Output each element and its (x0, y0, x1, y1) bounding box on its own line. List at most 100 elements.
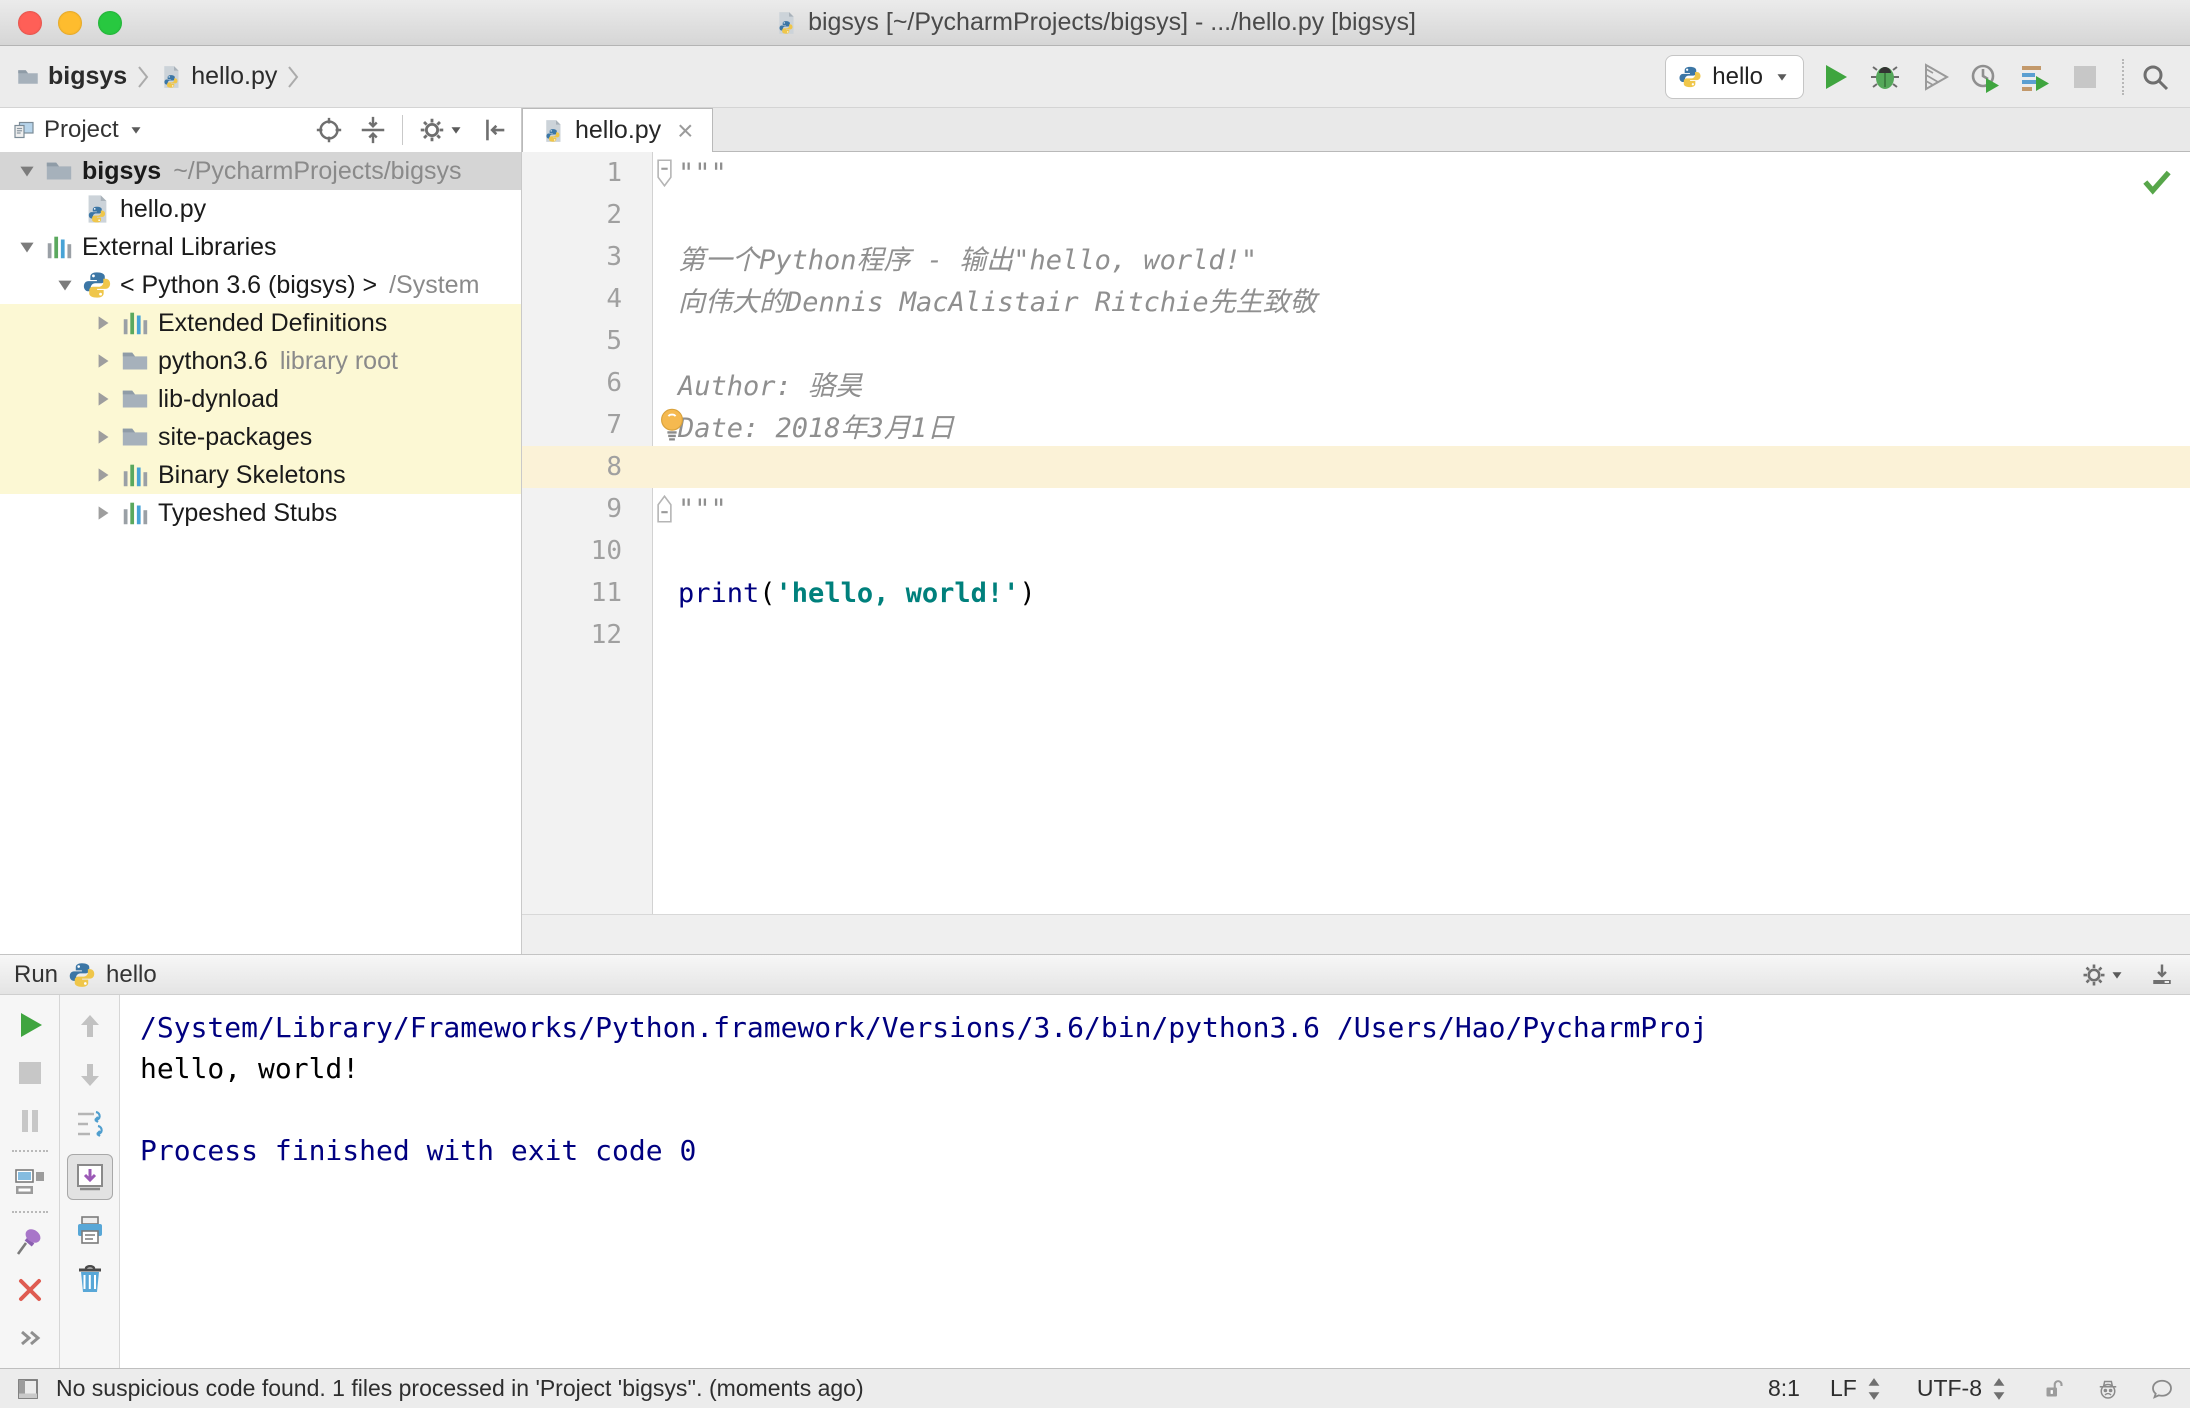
code-text: print('hello, world!') (676, 578, 1036, 609)
tree-item-python3.6[interactable]: python3.6 library root (0, 342, 521, 380)
tree-item-binary-skeletons[interactable]: Binary Skeletons (0, 456, 521, 494)
code-editor[interactable]: 1 """ 2 3 第一个Python程序 - 输出"hello, world!" 4 向伟… (522, 152, 2190, 914)
chevron-down-icon[interactable] (12, 160, 42, 182)
stop-button[interactable] (11, 1055, 49, 1092)
code-line-12[interactable]: 12 (522, 614, 2190, 656)
tree-item-bigsys[interactable]: bigsys ~/PycharmProjects/bigsys (0, 152, 521, 190)
chevron-right-icon[interactable] (88, 464, 118, 486)
down-stack-button[interactable] (71, 1056, 109, 1094)
search-button[interactable] (2136, 58, 2174, 96)
code-line-8[interactable]: 8 (522, 446, 2190, 488)
code-line-3[interactable]: 3 第一个Python程序 - 输出"hello, world!" (522, 236, 2190, 278)
hide-down-button[interactable] (2148, 961, 2176, 989)
tool-window-switcher-icon[interactable] (16, 1377, 40, 1401)
line-separator-widget[interactable]: LF (1830, 1375, 1887, 1402)
run-toolbar-right (60, 995, 120, 1368)
tree-item-hello.py[interactable]: hello.py (0, 190, 521, 228)
settings-button[interactable] (2080, 961, 2126, 989)
tree-item-extended-definitions[interactable]: Extended Definitions (0, 304, 521, 342)
chevron-right-icon[interactable] (88, 388, 118, 410)
code-line-4[interactable]: 4 向伟大的Dennis MacAlistair Ritchie先生致敬 (522, 278, 2190, 320)
hide-panel-button[interactable] (479, 115, 509, 145)
tree-item-label: lib-dynload (158, 384, 279, 413)
fold-gutter (652, 320, 676, 362)
profiler-icon (1969, 61, 2001, 93)
project-view-title[interactable]: Project (44, 116, 119, 144)
minimize-window-button[interactable] (58, 10, 82, 35)
run-tool-window-header: Run hello (0, 955, 2190, 995)
hector-inspector-icon[interactable] (2096, 1377, 2120, 1401)
chevron-right-icon[interactable] (88, 502, 118, 524)
code-line-5[interactable]: 5 (522, 320, 2190, 362)
tree-item-external-libraries[interactable]: External Libraries (0, 228, 521, 266)
tree-item-lib-dynload[interactable]: lib-dynload (0, 380, 521, 418)
run-configuration-selector[interactable]: hello (1665, 54, 1804, 99)
line-number: 11 (590, 578, 622, 608)
chevron-right-icon[interactable] (88, 350, 118, 372)
breadcrumb-item-bigsys[interactable]: bigsys (16, 62, 127, 91)
encoding-value: UTF-8 (1916, 1375, 1982, 1401)
more-button[interactable] (11, 1319, 49, 1356)
python-file-icon (774, 11, 798, 35)
tree-item-typeshed-stubs[interactable]: Typeshed Stubs (0, 494, 521, 532)
editor-tab-hello-py[interactable]: hello.py × (522, 108, 713, 152)
code-line-10[interactable]: 10 (522, 530, 2190, 572)
chevron-right-icon[interactable] (88, 426, 118, 448)
code-line-6[interactable]: 6 Author: 骆昊 (522, 362, 2190, 404)
unlock-icon[interactable] (2042, 1377, 2066, 1401)
gear-icon (417, 115, 447, 145)
clear-all-button[interactable] (71, 1260, 109, 1298)
chevron-down-icon[interactable] (127, 121, 145, 139)
fold-start-icon[interactable] (652, 152, 676, 194)
chevron-right-icon[interactable] (88, 312, 118, 334)
zoom-window-button[interactable] (98, 10, 122, 35)
up-stack-button[interactable] (71, 1007, 109, 1045)
intention-bulb-icon[interactable] (658, 407, 686, 444)
run-button[interactable] (1816, 58, 1854, 96)
soft-wrap-button[interactable] (71, 1105, 109, 1143)
code-line-2[interactable]: 2 (522, 194, 2190, 236)
collapse-all-button[interactable] (358, 115, 388, 145)
tree-item-python-3.6-bigsys[interactable]: < Python 3.6 (bigsys) > /System (0, 266, 521, 304)
fold-end-icon[interactable] (652, 488, 676, 530)
tree-item-site-packages[interactable]: site-packages (0, 418, 521, 456)
run-console-output[interactable]: /System/Library/Frameworks/Python.framew… (120, 995, 2190, 1368)
chevron-down-icon[interactable] (50, 274, 80, 296)
concurrency-button[interactable] (2016, 58, 2054, 96)
locate-button[interactable] (314, 115, 344, 145)
caret-position-widget[interactable]: 8:1 (1768, 1375, 1800, 1402)
close-tab-icon[interactable]: × (677, 116, 693, 145)
event-log-bubble-icon[interactable] (2150, 1377, 2174, 1401)
close-button[interactable] (11, 1272, 49, 1309)
stop-button[interactable] (2066, 58, 2104, 96)
fold-gutter (652, 446, 676, 488)
coverage-button[interactable] (1916, 58, 1954, 96)
code-line-9[interactable]: 9 """ (522, 488, 2190, 530)
print-button[interactable] (71, 1211, 109, 1249)
pin-button[interactable] (11, 1224, 49, 1261)
scroll-end-button[interactable] (66, 1154, 113, 1200)
encoding-widget[interactable]: UTF-8 (1917, 1375, 2012, 1402)
run-label[interactable]: Run (14, 961, 58, 989)
show-layouts-button[interactable] (11, 1163, 49, 1200)
line-number: 7 (606, 410, 622, 440)
main-toolbar (1804, 58, 2174, 96)
settings-button[interactable] (417, 115, 465, 145)
tree-item-label: python3.6 (158, 346, 268, 375)
debug-button[interactable] (1866, 58, 1904, 96)
code-token: 第一个Python程序 - 输出"hello, world!" (678, 244, 1258, 276)
pylogo-icon (82, 270, 112, 300)
rerun-button[interactable] (11, 1007, 49, 1044)
run-config-name[interactable]: hello (106, 961, 157, 989)
close-window-button[interactable] (18, 10, 42, 35)
window-title: bigsys [~/PycharmProjects/bigsys] - .../… (774, 8, 1416, 37)
chevron-down-icon[interactable] (12, 236, 42, 258)
editor-horizontal-scrollbar[interactable] (522, 914, 2190, 954)
breadcrumb-item-hello.py[interactable]: hello.py (159, 62, 277, 91)
code-line-7[interactable]: 7 Date: 2018年3月1日 (522, 404, 2190, 446)
code-line-1[interactable]: 1 """ (522, 152, 2190, 194)
profiler-button[interactable] (1966, 58, 2004, 96)
code-line-11[interactable]: 11 print('hello, world!') (522, 572, 2190, 614)
pause-button[interactable] (11, 1102, 49, 1139)
collapse-icon (358, 115, 388, 145)
